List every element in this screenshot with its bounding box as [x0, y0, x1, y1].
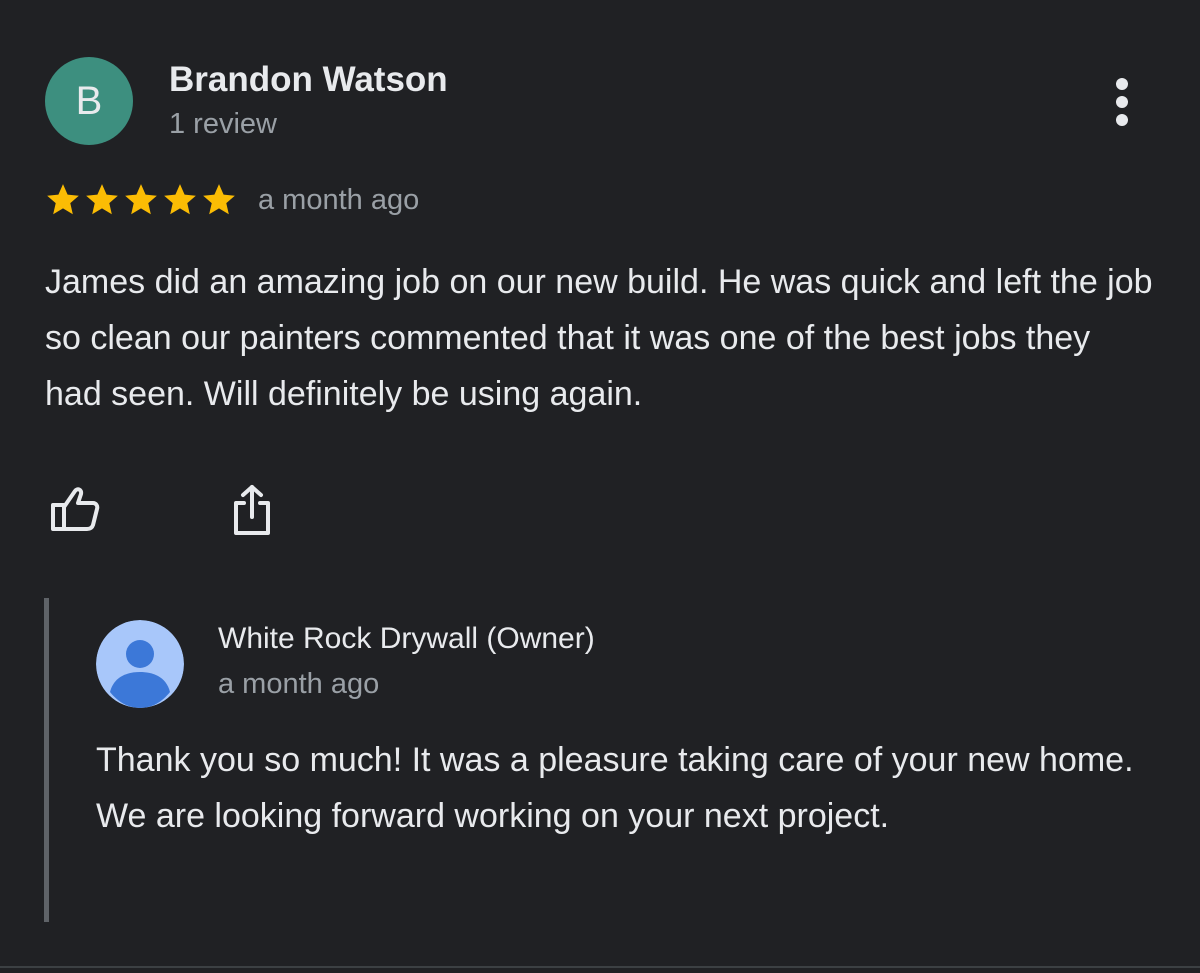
- more-vertical-icon-dot: [1116, 96, 1128, 108]
- reviewer-review-count[interactable]: 1 review: [169, 108, 277, 141]
- star-icon: [47, 184, 79, 215]
- like-button[interactable]: [44, 480, 104, 536]
- star-icon: [86, 184, 118, 215]
- owner-name: White Rock Drywall (Owner): [218, 622, 595, 655]
- share-icon: [234, 485, 270, 535]
- more-vertical-icon: [1116, 78, 1128, 90]
- thumbs-up-icon: [51, 487, 100, 531]
- review-date: a month ago: [258, 183, 420, 216]
- rating-row: a month ago: [44, 178, 419, 222]
- star-rating: [44, 181, 238, 219]
- star-icon: [125, 184, 157, 215]
- more-vertical-icon-dot: [1116, 114, 1128, 126]
- reviewer-name[interactable]: Brandon Watson: [169, 60, 448, 100]
- review-card: B Brandon Watson 1 review a month ago Ja…: [0, 0, 1200, 973]
- reviewer-initial: B: [75, 79, 103, 123]
- owner-response: White Rock Drywall (Owner) a month ago T…: [44, 598, 1154, 922]
- review-text: James did an amazing job on our new buil…: [45, 263, 1153, 413]
- reply-indent-bar: [44, 598, 49, 922]
- more-options-button[interactable]: [1098, 70, 1146, 134]
- default-profile-icon: [96, 620, 184, 708]
- owner-avatar[interactable]: [96, 620, 184, 708]
- star-icon: [164, 184, 196, 215]
- share-button[interactable]: [222, 480, 282, 540]
- owner-response-text: Thank you so much! It was a pleasure tak…: [96, 741, 1134, 835]
- divider: [0, 966, 1200, 968]
- owner-response-date: a month ago: [218, 668, 380, 700]
- star-icon: [203, 184, 235, 215]
- reviewer-avatar[interactable]: B: [45, 57, 133, 145]
